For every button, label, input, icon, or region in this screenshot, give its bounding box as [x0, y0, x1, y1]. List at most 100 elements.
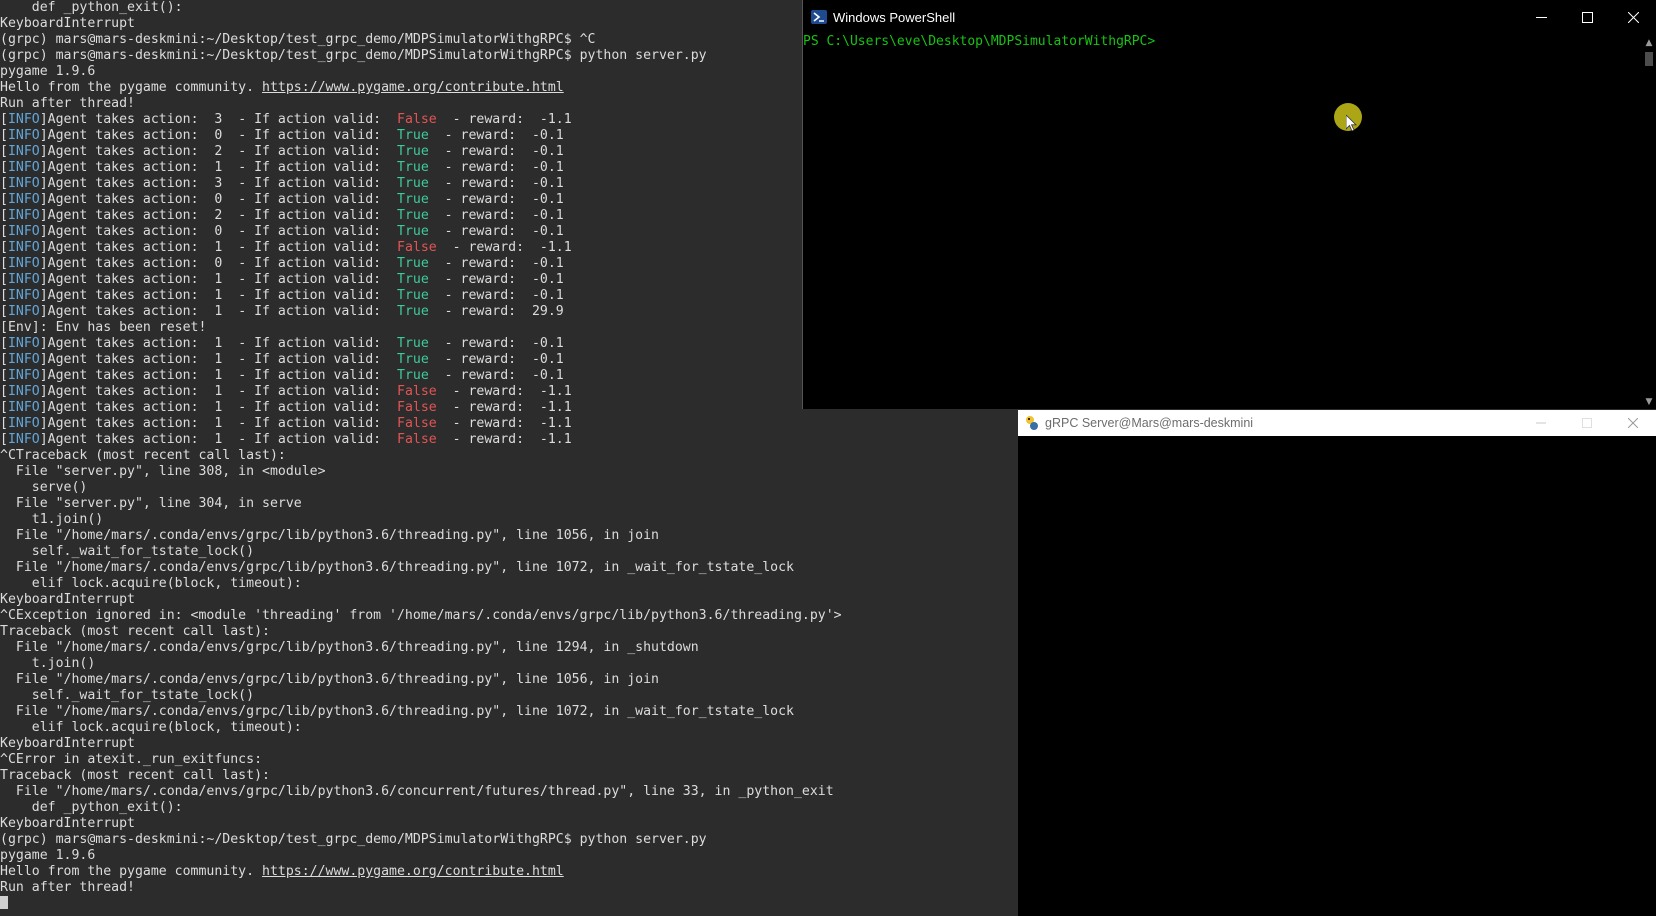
- terminal-text: INFO: [7, 176, 40, 191]
- powershell-prompt: PS C:\Users\eve\Desktop\MDPSimulatorWith…: [803, 34, 1156, 49]
- terminal-text: True: [397, 144, 429, 159]
- grpc-maximize-button[interactable]: [1564, 410, 1610, 436]
- terminal-text: ]Agent takes action: 1 - If action valid…: [39, 416, 397, 431]
- terminal-text: - reward: -0.1: [428, 224, 564, 239]
- scroll-down-icon[interactable]: ▼: [1644, 397, 1654, 407]
- terminal-text: - reward: -0.1: [428, 192, 564, 207]
- grpc-server-window[interactable]: gRPC Server@Mars@mars-deskmini: [1018, 410, 1656, 916]
- terminal-text: True: [397, 288, 429, 303]
- terminal-line: [INFO]Agent takes action: 1 - If action …: [0, 416, 1018, 432]
- terminal-text: ]Agent takes action: 1 - If action valid…: [39, 400, 397, 415]
- terminal-text: def _python_exit():: [0, 800, 183, 815]
- terminal-line: self._wait_for_tstate_lock(): [0, 544, 1018, 560]
- terminal-line: Hello from the pygame community. https:/…: [0, 864, 1018, 880]
- terminal-text: [: [0, 256, 8, 271]
- terminal-text: [: [0, 272, 8, 287]
- terminal-text: - reward: -1.1: [436, 416, 572, 431]
- terminal-text: ]Agent takes action: 1 - If action valid…: [39, 160, 397, 175]
- terminal-line: Traceback (most recent call last):: [0, 624, 1018, 640]
- terminal-text: INFO: [7, 416, 40, 431]
- terminal-text: KeyboardInterrupt: [0, 736, 135, 751]
- terminal-text: ]Agent takes action: 1 - If action valid…: [39, 352, 397, 367]
- grpc-title: gRPC Server@Mars@mars-deskmini: [1045, 416, 1254, 430]
- terminal-text: True: [397, 208, 429, 223]
- terminal-text: ^CTraceback (most recent call last):: [0, 448, 286, 463]
- grpc-close-button[interactable]: [1610, 410, 1656, 436]
- terminal-text: [: [0, 144, 8, 159]
- grpc-titlebar[interactable]: gRPC Server@Mars@mars-deskmini: [1018, 410, 1656, 436]
- terminal-text: ]Agent takes action: 0 - If action valid…: [39, 128, 397, 143]
- terminal-text: ]Agent takes action: 1 - If action valid…: [39, 432, 397, 447]
- terminal-text: Run after thread!: [0, 880, 135, 895]
- terminal-text: [: [0, 176, 8, 191]
- terminal-text: INFO: [7, 288, 40, 303]
- terminal-text: (grpc) mars@mars-deskmini:~/Desktop/test…: [0, 32, 596, 47]
- terminal-line: ^CTraceback (most recent call last):: [0, 448, 1018, 464]
- terminal-text: [: [0, 432, 8, 447]
- terminal-link[interactable]: https://www.pygame.org/contribute.html: [262, 80, 564, 95]
- terminal-text: KeyboardInterrupt: [0, 592, 135, 607]
- terminal-text: t.join(): [0, 656, 96, 671]
- powershell-scrollbar[interactable]: ▲ ▼: [1642, 34, 1656, 409]
- terminal-text: INFO: [7, 112, 40, 127]
- scrollbar-thumb[interactable]: [1645, 52, 1653, 66]
- terminal-line: def _python_exit():: [0, 800, 1018, 816]
- powershell-titlebar[interactable]: Windows PowerShell: [803, 0, 1656, 34]
- terminal-text: File "/home/mars/.conda/envs/grpc/lib/py…: [0, 640, 699, 655]
- terminal-text: - reward: -0.1: [428, 368, 564, 383]
- terminal-line: t.join(): [0, 656, 1018, 672]
- minimize-button[interactable]: [1518, 0, 1564, 34]
- maximize-icon: [1581, 11, 1593, 23]
- terminal-line: File "/home/mars/.conda/envs/grpc/lib/py…: [0, 704, 1018, 720]
- terminal-line: KeyboardInterrupt: [0, 592, 1018, 608]
- terminal-text: False: [397, 432, 437, 447]
- terminal-text: (grpc) mars@mars-deskmini:~/Desktop/test…: [0, 832, 707, 847]
- pygame-canvas[interactable]: [1018, 436, 1656, 916]
- terminal-text: False: [397, 416, 437, 431]
- terminal-text: ]Agent takes action: 1 - If action valid…: [39, 304, 397, 319]
- grpc-minimize-button[interactable]: [1518, 410, 1564, 436]
- terminal-text: INFO: [7, 432, 40, 447]
- terminal-text: File "server.py", line 304, in serve: [0, 496, 302, 511]
- terminal-text: - reward: -1.1: [436, 400, 572, 415]
- terminal-line: File "/home/mars/.conda/envs/grpc/lib/py…: [0, 784, 1018, 800]
- scroll-up-icon[interactable]: ▲: [1644, 38, 1654, 48]
- terminal-text: [: [0, 128, 8, 143]
- terminal-text: [Env]: Env has been reset!: [0, 320, 207, 335]
- terminal-text: True: [397, 336, 429, 351]
- terminal-line: ^CError in atexit._run_exitfuncs:: [0, 752, 1018, 768]
- close-button[interactable]: [1610, 0, 1656, 34]
- terminal-text: ]Agent takes action: 1 - If action valid…: [39, 240, 397, 255]
- terminal-text: ]Agent takes action: 0 - If action valid…: [39, 192, 397, 207]
- terminal-text: self._wait_for_tstate_lock(): [0, 688, 255, 703]
- terminal-line: elif lock.acquire(block, timeout):: [0, 576, 1018, 592]
- terminal-text: - reward: -0.1: [428, 160, 564, 175]
- terminal-line: self._wait_for_tstate_lock(): [0, 688, 1018, 704]
- terminal-text: False: [397, 400, 437, 415]
- powershell-console[interactable]: PS C:\Users\eve\Desktop\MDPSimulatorWith…: [803, 34, 1642, 409]
- terminal-line: (grpc) mars@mars-deskmini:~/Desktop/test…: [0, 832, 1018, 848]
- terminal-text: False: [397, 240, 437, 255]
- terminal-text: ]Agent takes action: 2 - If action valid…: [39, 144, 397, 159]
- terminal-text: [: [0, 208, 8, 223]
- pygame-snake-icon: [1026, 416, 1038, 430]
- terminal-text: - reward: -1.1: [436, 384, 572, 399]
- terminal-text: INFO: [7, 224, 40, 239]
- terminal-text: INFO: [7, 384, 40, 399]
- terminal-text: - reward: -1.1: [436, 432, 572, 447]
- terminal-text: File "server.py", line 308, in <module>: [0, 464, 326, 479]
- terminal-line: t1.join(): [0, 512, 1018, 528]
- terminal-text: [: [0, 112, 8, 127]
- terminal-text: ]Agent takes action: 0 - If action valid…: [39, 224, 397, 239]
- terminal-link[interactable]: https://www.pygame.org/contribute.html: [262, 864, 564, 879]
- terminal-line: File "/home/mars/.conda/envs/grpc/lib/py…: [0, 640, 1018, 656]
- powershell-window[interactable]: Windows PowerShell PS C:\Users\eve\Deskt…: [802, 0, 1656, 409]
- terminal-text: [: [0, 416, 8, 431]
- terminal-text: INFO: [7, 336, 40, 351]
- terminal-text: [: [0, 384, 8, 399]
- terminal-text: [: [0, 160, 8, 175]
- terminal-text: (grpc) mars@mars-deskmini:~/Desktop/test…: [0, 48, 707, 63]
- terminal-text: self._wait_for_tstate_lock(): [0, 544, 255, 559]
- terminal-text: pygame 1.9.6: [0, 64, 96, 79]
- maximize-button[interactable]: [1564, 0, 1610, 34]
